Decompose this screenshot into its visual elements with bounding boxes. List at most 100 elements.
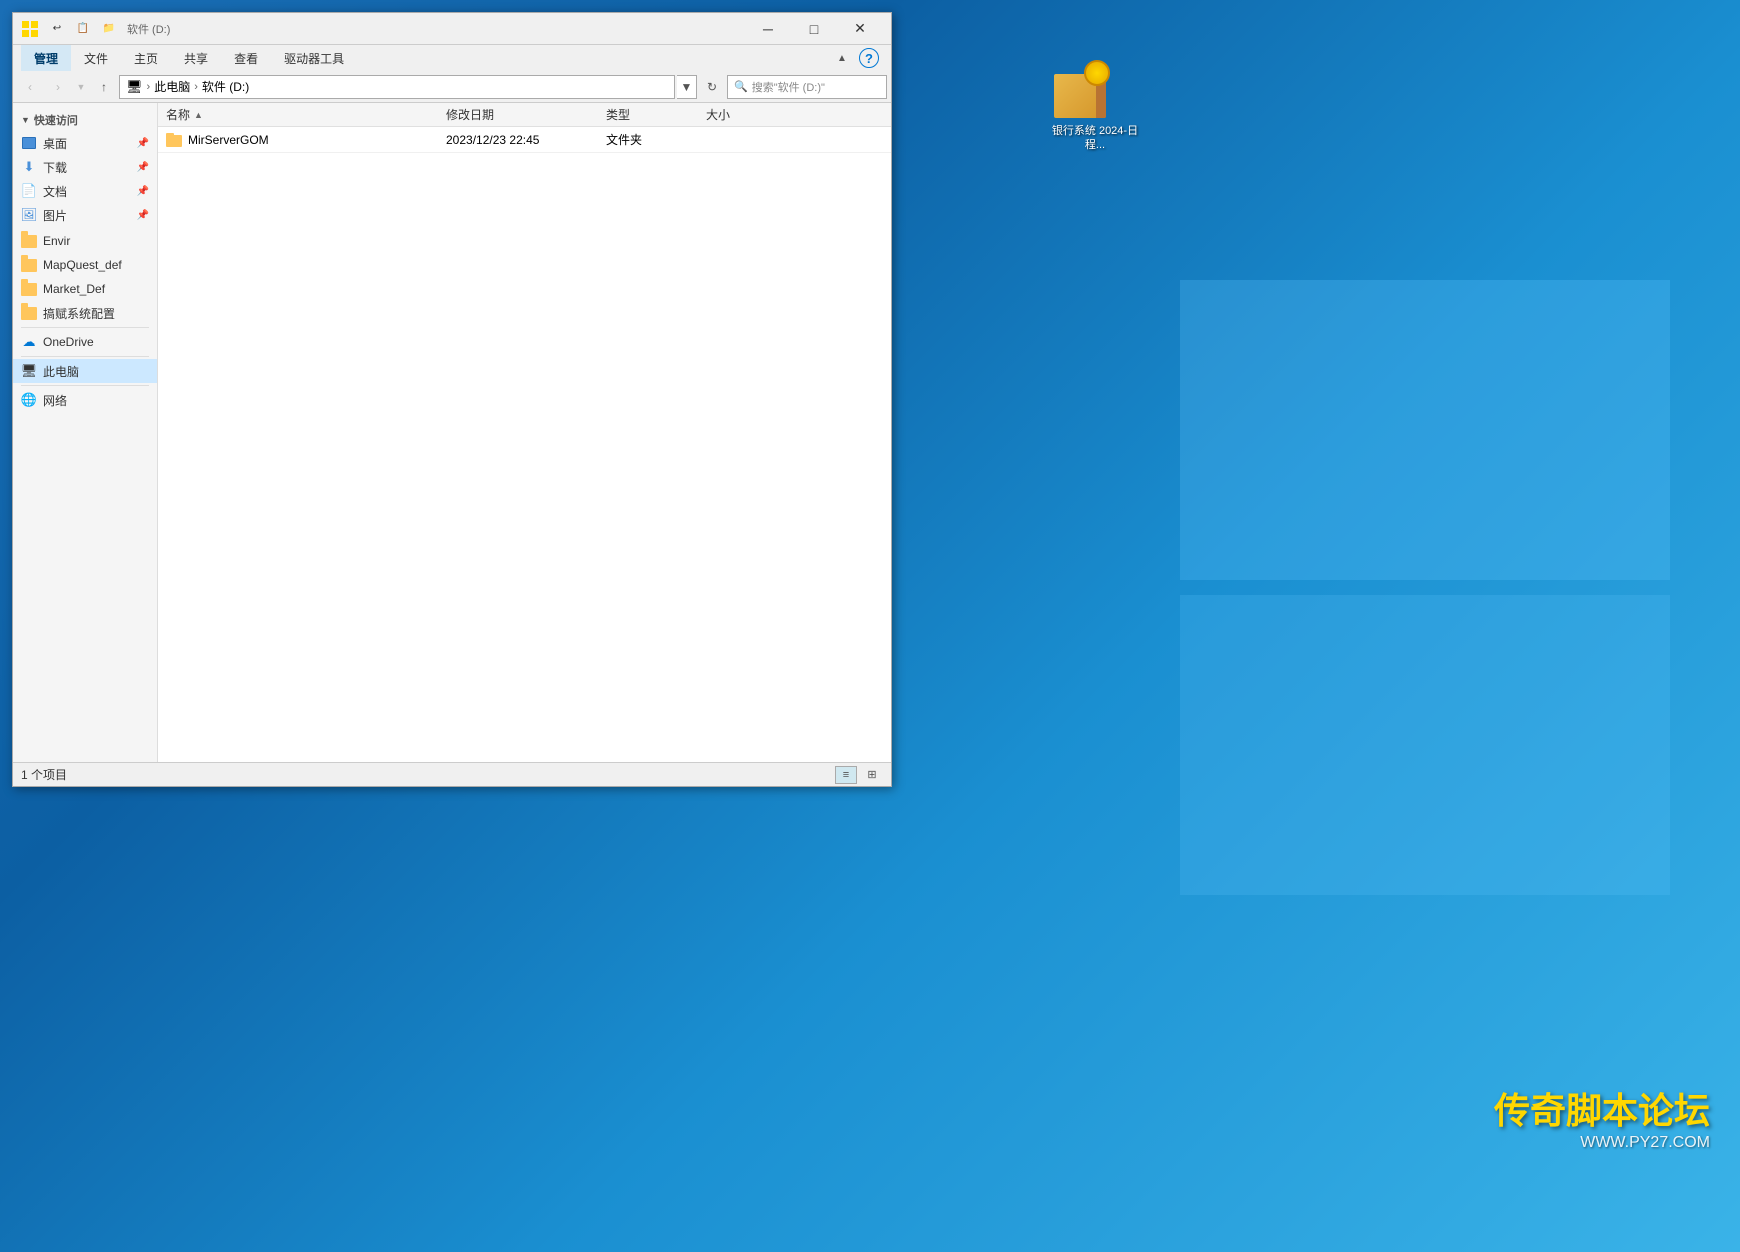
sidebar-item-mapquest[interactable]: MapQuest_def [13,253,157,277]
col-size-label: 大小 [706,108,730,122]
sidebar-section-quickaccess: ▼ 快速访问 桌面 📌 ⬇ 下载 [13,107,157,229]
quick-access-toolbar: ↩ 📋 📁 软件 (D:) [21,19,745,39]
search-placeholder: 搜索"软件 (D:)" [752,79,825,95]
sidebar-label-envir: Envir [43,234,70,248]
file-type-label: 文件夹 [606,133,642,147]
sidebar: ▼ 快速访问 桌面 📌 ⬇ 下载 [13,103,158,762]
folder-icon-marketdef [21,281,37,297]
tab-drive-tools[interactable]: 驱动器工具 [271,45,357,71]
pictures-icon-sm: 🖼 [21,207,37,223]
status-count: 1 个项目 [21,766,67,783]
desktop: 银行系统 2024-日程... 传奇脚本论坛 WWW.PY27.COM [0,0,1740,1252]
download-icon-sm: ⬇ [21,159,37,175]
path-this-pc: 此电脑 [154,78,190,95]
col-header-name[interactable]: 名称 ▲ [158,106,438,123]
file-name-label: MirServerGOM [188,133,269,147]
sidebar-label-mapquest: MapQuest_def [43,258,122,272]
file-date-cell: 2023/12/23 22:45 [438,133,598,147]
sidebar-item-desktop[interactable]: 桌面 📌 [13,131,157,155]
file-date-label: 2023/12/23 22:45 [446,133,539,147]
qat-new-folder[interactable]: 📁 [97,19,121,39]
col-header-size[interactable]: 大小 [698,106,778,123]
folder-icon-sysconfig [21,305,37,321]
onedrive-icon: ☁ [21,334,37,350]
search-icon: 🔍 [734,80,748,93]
qat-properties[interactable]: 📋 [71,19,95,39]
status-right: ≡ ⊞ [835,766,883,784]
watermark: 传奇脚本论坛 WWW.PY27.COM [1494,1082,1710,1152]
desktop-icon-bank[interactable]: 银行系统 2024-日程... [1050,60,1140,153]
title-bar: ↩ 📋 📁 软件 (D:) ─ □ ✕ [13,13,891,45]
sidebar-item-envir[interactable]: Envir [13,229,157,253]
folder-icon-envir [21,233,37,249]
address-path[interactable]: 🖥 › 此电脑 › 软件 (D:) [119,75,675,99]
sidebar-label-onedrive: OneDrive [43,335,94,349]
tab-share[interactable]: 共享 [171,45,221,71]
ribbon-collapse[interactable]: ▲ [829,45,855,71]
pc-icon: 🖥 [126,79,143,95]
refresh-button[interactable]: ↻ [699,74,725,100]
file-type-cell: 文件夹 [598,131,698,148]
sidebar-divider-3 [21,385,149,386]
win-shape-top [1180,280,1670,580]
expand-icon: ▼ [21,115,30,125]
sidebar-divider-1 [21,327,149,328]
address-dropdown[interactable]: ▼ [677,75,697,99]
sidebar-header-quickaccess[interactable]: ▼ 快速访问 [13,109,157,131]
up-button[interactable]: ↑ [91,74,117,100]
file-name-cell: MirServerGOM [158,133,438,147]
col-name-label: 名称 [166,106,190,123]
col-type-label: 类型 [606,108,630,122]
col-header-type[interactable]: 类型 [598,106,698,123]
network-icon: 🌐 [21,392,37,408]
sidebar-item-onedrive[interactable]: ☁ OneDrive [13,330,157,354]
tab-file[interactable]: 文件 [71,45,121,71]
pin-icon: 📌 [137,138,149,149]
sidebar-item-docs[interactable]: 📄 文档 📌 [13,179,157,203]
view-details-button[interactable]: ≡ [835,766,857,784]
sidebar-item-pictures[interactable]: 🖼 图片 📌 [13,203,157,227]
close-button[interactable]: ✕ [837,13,883,45]
back-button[interactable]: ‹ [17,74,43,100]
col-header-date[interactable]: 修改日期 [438,106,598,123]
view-tiles-button[interactable]: ⊞ [861,766,883,784]
sidebar-divider-2 [21,356,149,357]
tab-view[interactable]: 查看 [221,45,271,71]
watermark-url: WWW.PY27.COM [1494,1134,1710,1152]
tab-manage[interactable]: 管理 [21,45,71,71]
desktop-icon-sm [21,135,37,151]
col-date-label: 修改日期 [446,108,494,122]
tab-home[interactable]: 主页 [121,45,171,71]
maximize-button[interactable]: □ [791,13,837,45]
help-button[interactable]: ? [859,48,879,68]
sidebar-item-network[interactable]: 🌐 网络 [13,388,157,412]
thispc-icon: 🖥 [21,363,37,379]
file-list-header: 名称 ▲ 修改日期 类型 大小 [158,103,891,127]
file-list: 名称 ▲ 修改日期 类型 大小 [158,103,891,762]
sidebar-label-pictures: 图片 [43,207,67,224]
main-area: ▼ 快速访问 桌面 📌 ⬇ 下载 [13,103,891,762]
sidebar-label-desktop: 桌面 [43,135,67,152]
sidebar-label-docs: 文档 [43,183,67,200]
qat-undo[interactable]: ↩ [45,19,69,39]
recent-locations[interactable]: ▼ [73,74,89,100]
sidebar-item-marketdef[interactable]: Market_Def [13,277,157,301]
table-row[interactable]: MirServerGOM 2023/12/23 22:45 文件夹 [158,127,891,153]
minimize-button[interactable]: ─ [745,13,791,45]
sidebar-label-marketdef: Market_Def [43,282,105,296]
address-bar: ‹ › ▼ ↑ 🖥 › 此电脑 › 软件 (D:) ▼ ↻ 🔍 搜索"软件 (D… [13,71,891,103]
search-box[interactable]: 🔍 搜索"软件 (D:)" [727,75,887,99]
docs-icon-sm: 📄 [21,183,37,199]
bank-icon [1050,60,1110,120]
sort-arrow: ▲ [194,110,203,120]
ribbon-tabs: 管理 文件 主页 共享 查看 驱动器工具 ▲ ? [13,45,891,71]
forward-button[interactable]: › [45,74,71,100]
folder-icon-mapquest [21,257,37,273]
sidebar-label-thispc: 此电脑 [43,363,79,380]
watermark-main: 传奇脚本论坛 [1494,1082,1710,1134]
title-bar-controls: ─ □ ✕ [745,13,883,45]
sidebar-item-downloads[interactable]: ⬇ 下载 📌 [13,155,157,179]
sidebar-item-thispc[interactable]: 🖥 此电脑 [13,359,157,383]
path-drive: 软件 (D:) [202,78,249,95]
sidebar-item-sysconfig[interactable]: 搞赋系统配置 [13,301,157,325]
